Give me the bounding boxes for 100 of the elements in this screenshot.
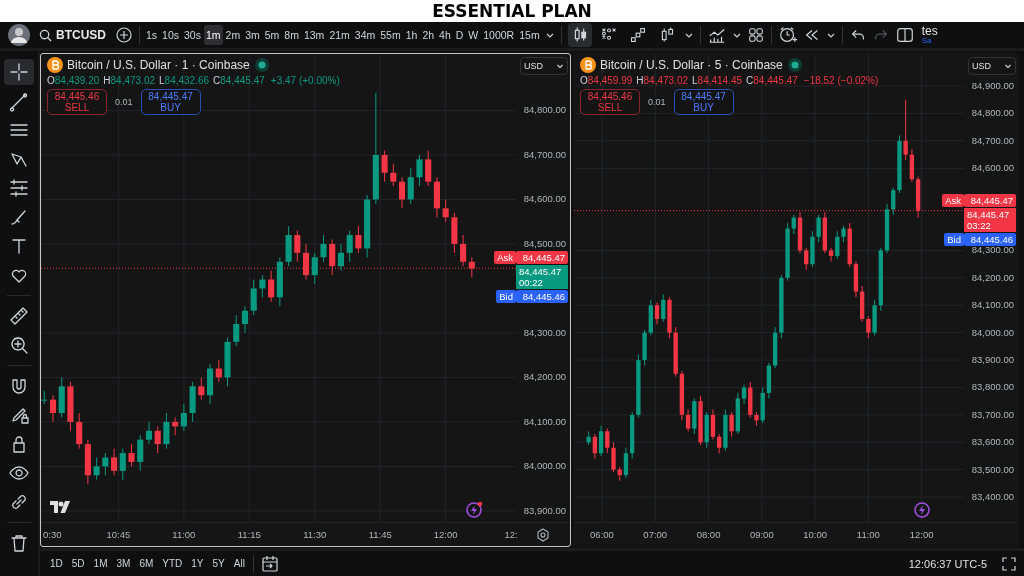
- bid-price: 84,445.46: [964, 232, 1016, 246]
- interval-button[interactable]: 8m: [282, 25, 301, 45]
- candle: [250, 279, 257, 316]
- range-button[interactable]: 6M: [135, 556, 158, 571]
- templates-icon[interactable]: [746, 26, 765, 44]
- candle: [67, 381, 74, 432]
- ask-label: Ask: [942, 193, 964, 207]
- candle: [102, 452, 109, 476]
- range-button[interactable]: 1D: [46, 556, 67, 571]
- buy-button[interactable]: 84,445.47 BUY: [140, 89, 201, 115]
- ohlc-value: 84,445.47: [220, 75, 265, 86]
- lightning-icon[interactable]: [912, 500, 932, 520]
- time-tick: 12:00: [433, 529, 458, 540]
- time-tick: 12:00: [909, 529, 934, 540]
- last-price-tag: 84,445.47 00:22: [516, 265, 568, 290]
- time-tick: 07:00: [643, 529, 668, 540]
- interval-button[interactable]: 1h: [403, 25, 420, 45]
- interval-button[interactable]: 30s: [182, 25, 203, 45]
- ohlc-value: 84,459.99: [587, 75, 633, 86]
- market-open-dot: [786, 57, 803, 73]
- price-tick: 84,300.00: [971, 244, 1014, 257]
- price-tick: 84,200.00: [523, 371, 566, 384]
- interval-button[interactable]: 10s: [160, 25, 182, 45]
- candle: [442, 198, 449, 223]
- currency-dropdown[interactable]: USD: [520, 57, 568, 75]
- ohlc-label: C: [213, 75, 221, 86]
- ohlc-value: 84,473.02: [643, 75, 688, 86]
- interval-button[interactable]: 15m: [517, 25, 542, 45]
- range-button[interactable]: 1Y: [187, 556, 208, 571]
- clock[interactable]: 12:06:37 UTC-5: [908, 557, 987, 570]
- interval-button[interactable]: 13m: [301, 25, 327, 45]
- price-tick: 84,300.00: [523, 326, 566, 339]
- add-symbol-icon[interactable]: [115, 26, 133, 44]
- candles-icon[interactable]: [567, 23, 592, 47]
- bid-label: Bid: [496, 290, 516, 304]
- quantity: 0.01: [115, 97, 133, 107]
- interval-button[interactable]: D: [453, 25, 466, 45]
- fullscreen-icon[interactable]: [1002, 556, 1016, 571]
- settings-icon[interactable]: [536, 528, 550, 542]
- candle: [294, 230, 301, 263]
- chart-pane[interactable]: [40, 53, 571, 547]
- price-tick: 84,700.00: [971, 134, 1014, 147]
- time-tick: 06:00: [590, 529, 614, 540]
- sell-button[interactable]: 84,445.46 SELL: [580, 89, 640, 115]
- price-tick: 83,900.00: [971, 354, 1014, 367]
- range-button[interactable]: 3M: [112, 556, 135, 571]
- chart-pane[interactable]: [573, 53, 1019, 547]
- interval-button[interactable]: 5m: [262, 25, 282, 45]
- candle: [355, 225, 362, 254]
- market-open-dot: [253, 57, 270, 73]
- layout-icon[interactable]: [894, 25, 915, 45]
- time-tick: 10:00: [803, 529, 827, 540]
- buy-button[interactable]: 84,445.47 BUY: [673, 89, 734, 115]
- interval-button[interactable]: W: [466, 25, 481, 45]
- lightning-icon[interactable]: [464, 500, 484, 520]
- interval-button[interactable]: 2h: [420, 25, 437, 45]
- price-tick: 84,500.00: [523, 237, 566, 250]
- price-tick: 84,800.00: [523, 104, 566, 117]
- search-icon: [39, 28, 52, 42]
- ohlc-label: L: [692, 75, 698, 86]
- time-tick: 12:: [504, 529, 518, 540]
- range-button[interactable]: YTD: [158, 556, 187, 571]
- time-tick: 11:45: [368, 529, 392, 540]
- range-button[interactable]: 5Y: [208, 556, 229, 571]
- sell-button[interactable]: 84,445.46 SELL: [47, 89, 107, 115]
- chart-title[interactable]: Bitcoin / U.S. Dollar · 1 · Coinbase: [67, 58, 250, 72]
- ohlc-value: 84,414.45: [697, 75, 743, 86]
- price-tick: 84,000.00: [523, 460, 566, 473]
- interval-button[interactable]: 34m: [352, 25, 378, 45]
- interval-button[interactable]: 1000R: [481, 25, 517, 45]
- quantity: 0.01: [648, 97, 666, 107]
- interval-button[interactable]: 55m: [378, 25, 403, 45]
- interval-button[interactable]: 21m: [327, 25, 352, 45]
- interval-button[interactable]: 3m: [243, 25, 262, 45]
- range-button[interactable]: 1M: [89, 556, 112, 571]
- interval-button[interactable]: 2m: [223, 25, 243, 45]
- ask-label: Ask: [494, 251, 516, 265]
- ohlc-value: 84,439.20: [54, 75, 100, 86]
- currency-dropdown[interactable]: USD: [968, 57, 1016, 75]
- chart-title[interactable]: Bitcoin / U.S. Dollar · 5 · Coinbase: [600, 58, 783, 72]
- crosshair-icon[interactable]: [4, 59, 34, 85]
- ohlc-value: 84,473.02: [110, 75, 155, 86]
- range-button[interactable]: 5D: [67, 556, 89, 571]
- user-name[interactable]: tes: [921, 25, 938, 37]
- ohlc-label: C: [746, 75, 754, 86]
- avatar[interactable]: [8, 24, 30, 46]
- price-tick: 83,900.00: [523, 504, 566, 517]
- time-tick: 11:15: [237, 529, 261, 540]
- interval-button[interactable]: 1s: [144, 25, 160, 45]
- time-tick: 11:00: [172, 529, 196, 540]
- date-range-icon[interactable]: [259, 553, 280, 574]
- candle: [93, 457, 100, 481]
- interval-button[interactable]: 4h: [437, 25, 453, 45]
- interval-button[interactable]: 1m: [203, 25, 223, 45]
- price-tick: 83,600.00: [971, 436, 1014, 449]
- symbol-search-button[interactable]: BTCUSD: [39, 28, 112, 42]
- range-button[interactable]: All: [229, 556, 249, 571]
- alarm-clock-icon[interactable]: [777, 25, 798, 45]
- candle: [189, 381, 196, 423]
- price-tick: 83,400.00: [971, 491, 1014, 504]
